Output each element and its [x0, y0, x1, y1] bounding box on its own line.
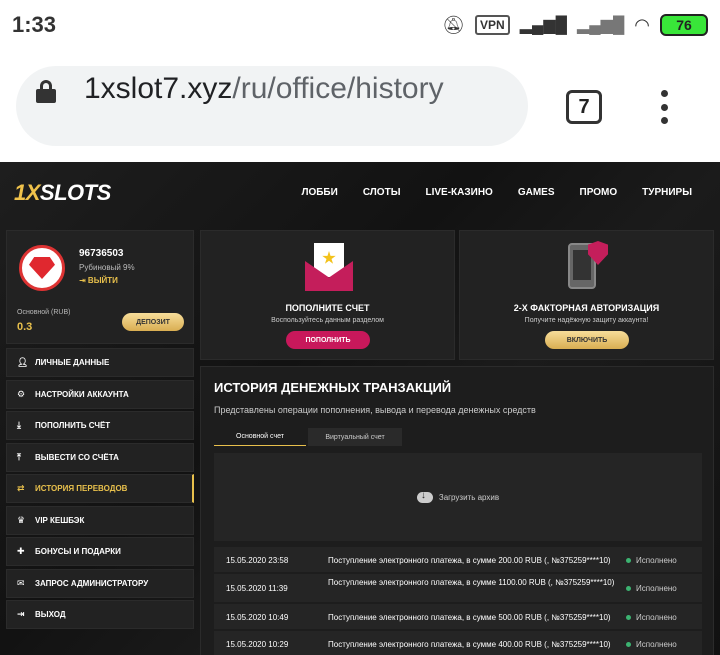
profile-card: 96736503 Рубиновый 9% ⇥ ВЫЙТИ Основной (…: [6, 230, 194, 344]
url-host: 1xslot7.xyz: [84, 72, 233, 105]
history-title: ИСТОРИЯ ДЕНЕЖНЫХ ТРАНЗАКЦИЙ: [214, 380, 452, 395]
main-nav: ЛОББИ СЛОТЫ LIVE-КАЗИНО GAMES ПРОМО ТУРН…: [301, 187, 692, 198]
download-archive-label: Загрузить архив: [438, 492, 500, 502]
tx-description: Поступление электронного платежа, в сумм…: [328, 578, 615, 587]
table-row: 15.05.2020 11:39 Поступление электронног…: [214, 574, 702, 602]
browser-toolbar: 1xslot7.xyz/ru/office/history 7: [0, 52, 720, 160]
table-row: 15.05.2020 10:29 Поступление электронног…: [214, 631, 702, 655]
user-level: Рубиновый 9%: [79, 263, 135, 272]
tx-date: 15.05.2020 23:58: [226, 556, 289, 565]
menu-transfer-history[interactable]: ⇄ ИСТОРИЯ ПЕРЕВОДОВ: [6, 474, 194, 503]
tx-status: Исполнено: [626, 613, 677, 622]
mail-icon: ✉: [17, 577, 25, 588]
tx-description: Поступление электронного платежа, в сумм…: [328, 556, 611, 565]
transaction-history: ИСТОРИЯ ДЕНЕЖНЫХ ТРАНЗАКЦИЙ Представлены…: [200, 366, 714, 655]
wifi-icon: ◠: [634, 14, 650, 35]
url-path: /ru/office/history: [232, 72, 444, 105]
status-dot-icon: [626, 586, 631, 591]
signal-icon: ▂▄▆█: [519, 17, 567, 34]
menu-exit[interactable]: ⇥ ВЫХОД: [6, 600, 194, 629]
deposit-button[interactable]: ДЕПОЗИТ: [122, 313, 184, 331]
exit-icon: ⇥: [17, 609, 25, 619]
transfer-icon: ⇄: [17, 483, 25, 493]
lock-icon[interactable]: [36, 80, 56, 103]
envelope-star-icon: [305, 243, 353, 291]
nav-live-casino[interactable]: LIVE-КАЗИНО: [425, 187, 492, 198]
logout-link[interactable]: ⇥ ВЫЙТИ: [79, 276, 118, 285]
user-id: 96736503: [79, 248, 124, 259]
card-subtitle: Получите надёжную защиту аккаунта!: [524, 317, 649, 324]
deposit-promo-card: ПОПОЛНИТЕ СЧЕТ Воспользуйтесь данным раз…: [200, 230, 455, 360]
status-bar: 1:33 🔕︎ VPN ▂▄▆█ ▂▄▆█ ◠ 76: [0, 0, 720, 52]
gears-icon: ⚙: [17, 388, 26, 399]
battery-icon: 76: [660, 14, 708, 36]
tx-description: Поступление электронного платежа, в сумм…: [328, 640, 611, 649]
menu-vip-cashback[interactable]: ♛ VIP КЕШБЭК: [6, 505, 194, 535]
url-text[interactable]: 1xslot7.xyz/ru/office/history: [84, 72, 444, 106]
card-title: ПОПОЛНИТЕ СЧЕТ: [285, 303, 370, 313]
tx-description: Поступление электронного платежа, в сумм…: [328, 613, 611, 622]
card-subtitle: Воспользуйтесь данным разделом: [271, 317, 384, 324]
tx-status: Исполнено: [626, 584, 677, 593]
balance-label: Основной (RUB): [17, 309, 71, 316]
tx-status: Исполнено: [626, 556, 677, 565]
browser-menu-button[interactable]: [658, 90, 670, 124]
nav-tournaments[interactable]: ТУРНИРЫ: [642, 187, 692, 198]
gift-icon: ✚: [17, 546, 25, 556]
tx-date: 15.05.2020 10:49: [226, 613, 289, 622]
tx-date: 15.05.2020 10:29: [226, 640, 289, 649]
status-dot-icon: [626, 615, 631, 620]
menu-account-settings[interactable]: ⚙ НАСТРОЙКИ АККАУНТА: [6, 379, 194, 409]
history-description: Представлены операции пополнения, вывода…: [214, 405, 536, 415]
mute-icon: 🔕︎: [442, 14, 466, 35]
nav-slots[interactable]: СЛОТЫ: [363, 187, 401, 198]
vpn-icon: VPN: [475, 15, 510, 35]
top-up-button[interactable]: ПОПОЛНИТЬ: [286, 331, 370, 349]
menu-withdraw[interactable]: ⤒ ВЫВЕСТИ СО СЧЁТА: [6, 442, 194, 472]
download-archive-button[interactable]: Загрузить архив: [214, 453, 702, 541]
card-title: 2-Х ФАКТОРНАЯ АВТОРИЗАЦИЯ: [513, 303, 660, 313]
enable-2fa-button[interactable]: ВКЛЮЧИТЬ: [545, 331, 629, 349]
status-dot-icon: [626, 642, 631, 647]
status-time: 1:33: [12, 12, 57, 37]
tab-main-account[interactable]: Основной счет: [214, 428, 306, 446]
ruby-icon: [29, 257, 55, 279]
tx-status: Исполнено: [626, 640, 677, 649]
status-dot-icon: [626, 558, 631, 563]
site-logo[interactable]: 1XSLOTS: [14, 180, 111, 206]
tab-virtual-account[interactable]: Виртуальный счет: [308, 428, 402, 446]
upload-icon: ⤒: [17, 451, 21, 462]
menu-personal-data[interactable]: 👤︎ ЛИЧНЫЕ ДАННЫЕ: [6, 348, 194, 377]
tx-date: 15.05.2020 11:39: [226, 584, 288, 593]
menu-admin-request[interactable]: ✉ ЗАПРОС АДМИНИСТРАТОРУ: [6, 568, 194, 598]
user-icon: 👤︎: [17, 357, 29, 367]
nav-promo[interactable]: ПРОМО: [580, 187, 618, 198]
nav-lobby[interactable]: ЛОББИ: [301, 187, 337, 198]
balance-value: 0.3: [17, 321, 33, 333]
nav-games[interactable]: GAMES: [518, 187, 555, 198]
crown-icon: ♛: [17, 514, 26, 525]
tab-switcher-button[interactable]: 7: [566, 90, 602, 124]
table-row: 15.05.2020 23:58 Поступление электронног…: [214, 547, 702, 572]
table-row: 15.05.2020 10:49 Поступление электронног…: [214, 604, 702, 629]
site: 1XSLOTS ЛОББИ СЛОТЫ LIVE-КАЗИНО GAMES ПР…: [0, 162, 720, 655]
download-icon: ⤓: [17, 420, 21, 430]
side-menu: 👤︎ ЛИЧНЫЕ ДАННЫЕ ⚙ НАСТРОЙКИ АККАУНТА ⤓ ПОП…: [6, 348, 194, 632]
2fa-card: 2-Х ФАКТОРНАЯ АВТОРИЗАЦИЯ Получите надёж…: [459, 230, 714, 360]
cloud-download-icon: [416, 490, 433, 503]
avatar: [19, 245, 65, 291]
menu-deposit[interactable]: ⤓ ПОПОЛНИТЬ СЧЁТ: [6, 411, 194, 440]
menu-bonuses[interactable]: ✚ БОНУСЫ И ПОДАРКИ: [6, 537, 194, 566]
signal-icon-2: ▂▄▆█: [577, 17, 625, 34]
